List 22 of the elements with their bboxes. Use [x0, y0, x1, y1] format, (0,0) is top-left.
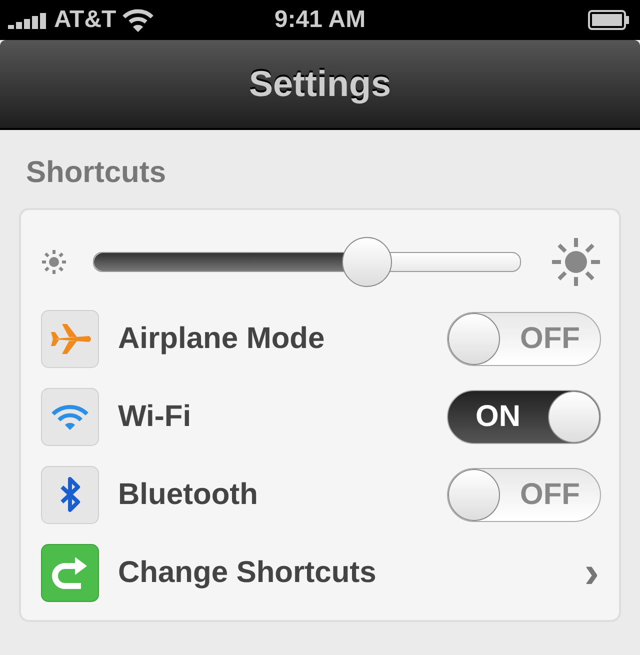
nav-title: Settings	[248, 63, 391, 105]
toggle-switch[interactable]: ON	[447, 390, 601, 444]
clock-time: 9:41 AM	[274, 6, 366, 34]
slider-thumb[interactable]	[342, 237, 392, 287]
brightness-low-icon	[41, 249, 67, 275]
chevron-icon[interactable]: ›	[584, 551, 599, 595]
signal-icon	[8, 11, 48, 29]
toggle-switch[interactable]: OFF	[447, 312, 601, 366]
airplane-icon	[41, 310, 99, 368]
row-label: Airplane Mode	[118, 322, 326, 356]
shortcut-icon	[41, 544, 99, 602]
brightness-high-icon	[551, 237, 601, 287]
section-header: Shortcuts	[26, 156, 168, 191]
row-label: Change Shortcuts	[118, 556, 378, 590]
row-label: Bluetooth	[118, 478, 259, 512]
wifi-signal-icon	[122, 8, 154, 32]
battery-icon	[588, 10, 630, 30]
carrier-name: AT&T	[54, 6, 116, 34]
row-label: Wi-Fi	[118, 400, 192, 434]
bluetooth-icon	[41, 466, 99, 524]
toggle-switch[interactable]: OFF	[447, 468, 601, 522]
wifi-icon	[41, 388, 99, 446]
